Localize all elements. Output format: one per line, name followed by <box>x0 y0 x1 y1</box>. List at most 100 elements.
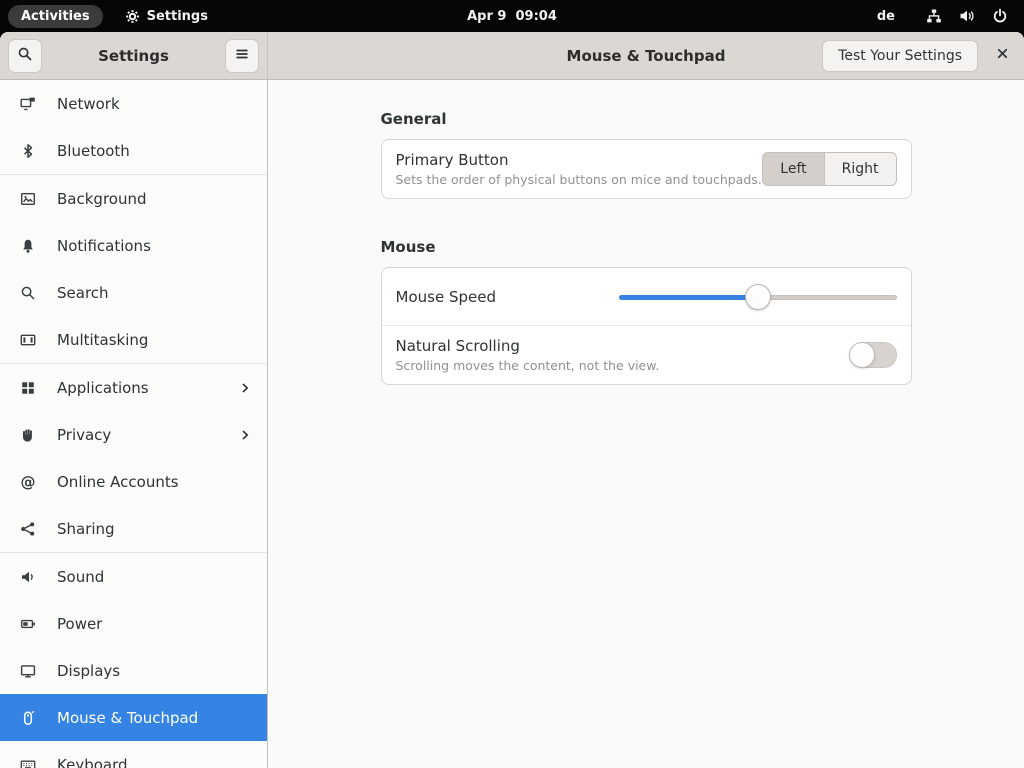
clock-date: Apr 9 <box>467 9 506 24</box>
sidebar-item-privacy[interactable]: Privacy <box>0 411 267 458</box>
sidebar-item-keyboard[interactable]: Keyboard <box>0 741 267 768</box>
test-your-settings-button[interactable]: Test Your Settings <box>822 40 978 72</box>
sidebar-item-label: Background <box>57 190 147 208</box>
share-icon <box>20 521 36 537</box>
sidebar-item-label: Sharing <box>57 520 115 538</box>
sidebar-item-label: Network <box>57 95 120 113</box>
power-icon <box>992 8 1008 24</box>
main-headerbar: Mouse & Touchpad Test Your Settings <box>268 32 1024 80</box>
search-button[interactable] <box>8 39 42 73</box>
natural-scrolling-text: Natural Scrolling Scrolling moves the co… <box>396 337 660 373</box>
natural-scrolling-row: Natural Scrolling Scrolling moves the co… <box>382 325 911 384</box>
sidebar-item-background[interactable]: Background <box>0 175 267 222</box>
background-image-icon <box>20 191 36 207</box>
app-menu-label: Settings <box>147 9 208 24</box>
primary-button-row: Primary Button Sets the order of physica… <box>382 140 911 198</box>
mouse-speed-slider[interactable] <box>619 283 897 311</box>
mouse-speed-fill <box>619 295 758 300</box>
primary-button-segmented-control: Left Right <box>762 152 896 186</box>
natural-scrolling-title: Natural Scrolling <box>396 337 660 355</box>
sidebar-item-network[interactable]: Network <box>0 80 267 127</box>
mouse-speed-title: Mouse Speed <box>396 288 496 306</box>
page-title: Mouse & Touchpad <box>567 47 726 65</box>
page-content: General Primary Button Sets the order of… <box>268 80 1024 385</box>
search-icon <box>17 46 33 66</box>
sidebar-item-multitasking[interactable]: Multitasking <box>0 316 267 363</box>
mouse-card: Mouse Speed Natural Scrolling Scrolling … <box>381 267 912 385</box>
app-grid-icon <box>20 380 36 396</box>
clock-time: 09:04 <box>515 9 556 24</box>
sidebar-item-sharing[interactable]: Sharing <box>0 505 267 552</box>
mouse-speed-handle[interactable] <box>745 284 771 310</box>
app-menu-button[interactable]: Settings <box>125 9 208 24</box>
sidebar-item-power[interactable]: Power <box>0 600 267 647</box>
left-option-button[interactable]: Left <box>762 152 824 186</box>
sidebar-item-label: Multitasking <box>57 331 148 349</box>
sidebar-item-label: Sound <box>57 568 104 586</box>
natural-scrolling-toggle[interactable] <box>849 342 897 368</box>
sidebar-item-label: Displays <box>57 662 120 680</box>
sidebar-item-label: Online Accounts <box>57 473 179 491</box>
sidebar-item-label: Applications <box>57 379 149 397</box>
bluetooth-icon <box>20 143 36 159</box>
keyboard-layout-indicator: de <box>877 9 895 24</box>
sidebar-item-label: Privacy <box>57 426 111 444</box>
at-sign-icon: @ <box>20 474 36 490</box>
primary-button-subtitle: Sets the order of physical buttons on mi… <box>396 172 762 187</box>
hamburger-menu-icon <box>234 46 250 66</box>
main-pane: Mouse & Touchpad Test Your Settings Gene… <box>268 32 1024 768</box>
keyboard-icon <box>20 757 36 768</box>
sidebar-item-label: Notifications <box>57 237 151 255</box>
speaker-icon <box>20 569 36 585</box>
chevron-right-icon <box>237 427 253 443</box>
sidebar-item-sound[interactable]: Sound <box>0 553 267 600</box>
natural-scrolling-subtitle: Scrolling moves the content, not the vie… <box>396 358 660 373</box>
system-status-area[interactable]: de <box>877 8 1024 24</box>
sidebar-item-label: Power <box>57 615 102 633</box>
activities-button[interactable]: Activities <box>8 5 103 28</box>
hand-icon <box>20 427 36 443</box>
close-icon <box>995 46 1010 65</box>
sidebar-item-applications[interactable]: Applications <box>0 364 267 411</box>
gear-icon <box>125 9 140 24</box>
sidebar-item-mouse-touchpad[interactable]: Mouse & Touchpad <box>0 694 267 741</box>
sidebar-title: Settings <box>98 47 169 65</box>
battery-icon <box>20 616 36 632</box>
sidebar-item-search[interactable]: Search <box>0 269 267 316</box>
sidebar-item-displays[interactable]: Displays <box>0 647 267 694</box>
wired-network-icon <box>926 8 942 24</box>
primary-button-text: Primary Button Sets the order of physica… <box>396 151 762 187</box>
search-icon <box>20 285 36 301</box>
primary-menu-button[interactable] <box>225 39 259 73</box>
bell-icon <box>20 238 36 254</box>
mouse-section-title: Mouse <box>381 238 912 256</box>
display-icon <box>20 663 36 679</box>
volume-icon <box>959 8 975 24</box>
sidebar-item-online-accounts[interactable]: @ Online Accounts <box>0 458 267 505</box>
sidebar-item-label: Keyboard <box>57 756 128 768</box>
mouse-speed-row: Mouse Speed <box>382 268 911 325</box>
mouse-speed-text: Mouse Speed <box>396 288 496 306</box>
sidebar-item-label: Bluetooth <box>57 142 130 160</box>
multitasking-icon <box>20 332 36 348</box>
general-section: General Primary Button Sets the order of… <box>381 110 912 199</box>
sidebar-item-label: Search <box>57 284 109 302</box>
sidebar-item-label: Mouse & Touchpad <box>57 709 198 727</box>
mouse-section: Mouse Mouse Speed Na <box>381 238 912 385</box>
general-card: Primary Button Sets the order of physica… <box>381 139 912 199</box>
network-icon <box>20 96 36 112</box>
mouse-icon <box>20 710 36 726</box>
right-option-button[interactable]: Right <box>825 152 897 186</box>
sidebar-item-notifications[interactable]: Notifications <box>0 222 267 269</box>
close-window-button[interactable] <box>986 40 1018 72</box>
toggle-knob <box>849 342 875 368</box>
clock[interactable]: Apr 9 09:04 <box>467 9 557 24</box>
primary-button-title: Primary Button <box>396 151 762 169</box>
sidebar-headerbar: Settings <box>0 32 267 80</box>
chevron-right-icon <box>237 380 253 396</box>
top-bar: Activities Settings Apr 9 09:04 de <box>0 0 1024 32</box>
settings-window: Settings Network <box>0 32 1024 768</box>
sidebar-item-bluetooth[interactable]: Bluetooth <box>0 127 267 174</box>
sidebar-list: Network Bluetooth <box>0 80 267 768</box>
sidebar: Settings Network <box>0 32 268 768</box>
